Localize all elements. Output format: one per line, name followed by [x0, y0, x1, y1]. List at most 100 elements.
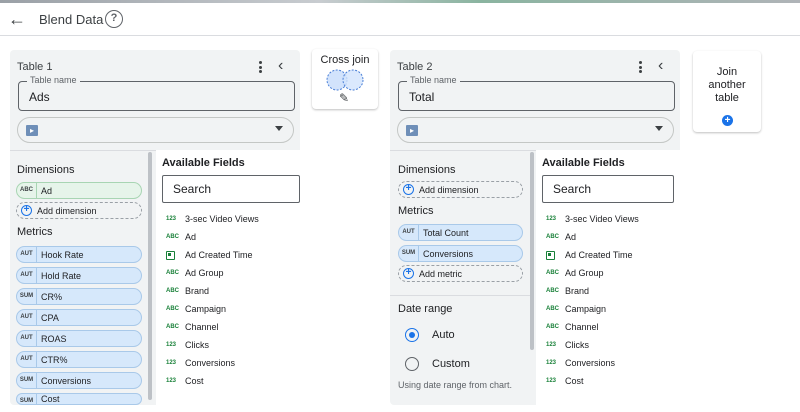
table1-metric-chip[interactable]: AUT Hold Rate — [16, 267, 142, 284]
table1-metric-chip[interactable]: SUM CR% — [16, 288, 142, 305]
field-item[interactable]: 123 Conversions — [166, 355, 235, 371]
table2-available-fields: Available Fields 123 3-sec Video Views AB… — [536, 150, 680, 405]
join-config-button[interactable]: Cross join ✎ — [312, 49, 378, 109]
table1-scrollbar[interactable] — [148, 152, 152, 400]
field-type-tag: SUM — [17, 289, 37, 304]
field-type-tag: SUM — [17, 394, 37, 404]
table1-more-icon[interactable] — [255, 59, 265, 75]
field-label: Ad Group — [565, 268, 604, 278]
field-type-icon: 123 — [166, 360, 177, 366]
field-item[interactable]: ABC Ad Group — [546, 265, 604, 281]
field-item[interactable]: ABC Brand — [546, 283, 589, 299]
field-label: Campaign — [565, 304, 607, 314]
field-type-icon: 123 — [166, 342, 177, 348]
field-item[interactable]: 123 Clicks — [166, 337, 209, 353]
field-label: Cost — [565, 376, 584, 386]
field-item[interactable]: 123 3-sec Video Views — [546, 211, 639, 227]
add-circle-icon: + — [403, 184, 414, 195]
table1-title: Table 1 — [17, 61, 53, 73]
help-icon[interactable]: ? — [105, 10, 123, 28]
field-item[interactable]: ABC Ad — [546, 229, 576, 245]
search-input[interactable] — [163, 176, 299, 202]
chip-label: Hook Rate — [41, 249, 84, 260]
date-custom-label: Custom — [432, 358, 470, 370]
table1-metric-chip[interactable]: AUT CPA — [16, 309, 142, 326]
table1-name-field[interactable]: Table name Ads — [18, 75, 295, 111]
field-type-icon: 123 — [166, 216, 177, 222]
table1-panel: Table 1 ‹ Table name Ads ▸ Dimensions AB… — [10, 50, 300, 405]
table1-metric-chip[interactable]: AUT ROAS — [16, 330, 142, 347]
field-label: 3-sec Video Views — [565, 214, 639, 224]
join-another-table-button[interactable]: Join another table + — [693, 51, 761, 132]
available-fields-title: Available Fields — [542, 157, 625, 169]
field-item[interactable]: ABC Channel — [166, 319, 219, 335]
field-item[interactable]: 123 Clicks — [546, 337, 589, 353]
table1-source-select[interactable]: ▸ — [17, 117, 294, 143]
chip-label: Total Count — [423, 227, 469, 238]
date-range-hint: Using date range from chart. — [398, 380, 513, 390]
field-label: Ad Created Time — [565, 250, 633, 260]
date-auto-radio[interactable] — [405, 328, 419, 342]
field-type-icon: ABC — [546, 234, 559, 240]
table2-collapse-icon[interactable]: ‹ — [658, 58, 663, 74]
date-custom-radio[interactable] — [405, 357, 419, 371]
field-item[interactable]: ABC Brand — [166, 283, 209, 299]
join-another-line3: table — [715, 92, 739, 104]
field-item[interactable]: 123 Cost — [546, 373, 584, 389]
table1-dimension-chip[interactable]: ABC Ad — [16, 182, 142, 199]
table2-more-icon[interactable] — [635, 59, 645, 75]
chip-label: Conversions — [41, 375, 92, 386]
table1-metric-chip[interactable]: AUT Hook Rate — [16, 246, 142, 263]
table2-dimensions-label: Dimensions — [398, 164, 456, 176]
table1-name-legend: Table name — [27, 75, 80, 85]
field-item[interactable]: 123 3-sec Video Views — [166, 211, 259, 227]
table2-add-metric-button[interactable]: + Add metric — [398, 265, 523, 282]
field-item[interactable]: Ad Created Time — [166, 247, 253, 263]
chip-label: CTR% — [41, 354, 68, 365]
search-input[interactable] — [543, 176, 673, 202]
field-type-tag: AUT — [17, 247, 37, 262]
table1-search-input[interactable] — [162, 175, 300, 203]
chip-label: ROAS — [41, 333, 67, 344]
table1-collapse-icon[interactable]: ‹ — [278, 58, 283, 74]
field-item[interactable]: ABC Campaign — [546, 301, 606, 317]
table1-add-dimension-button[interactable]: + Add dimension — [16, 202, 142, 219]
field-item[interactable]: ABC Campaign — [166, 301, 226, 317]
field-item[interactable]: 123 Cost — [166, 373, 204, 389]
field-item[interactable]: 123 Conversions — [546, 355, 615, 371]
field-type-icon: ABC — [546, 324, 559, 330]
table2-name-field[interactable]: Table name Total — [398, 75, 675, 111]
table2-source-select[interactable]: ▸ — [397, 117, 674, 143]
table1-metric-chip[interactable]: AUT CTR% — [16, 351, 142, 368]
edit-pencil-icon: ✎ — [339, 91, 350, 105]
field-type-tag: AUT — [17, 310, 37, 325]
date-auto-label: Auto — [432, 329, 455, 341]
field-item[interactable]: ABC Ad Group — [166, 265, 224, 281]
calendar-icon — [546, 250, 555, 260]
table2-metric-chip[interactable]: AUT Total Count — [398, 224, 523, 241]
field-item[interactable]: ABC Ad — [166, 229, 196, 245]
chevron-down-icon — [655, 126, 663, 131]
field-label: Ad Created Time — [185, 250, 253, 260]
table2-scrollbar[interactable] — [530, 152, 534, 350]
field-type-tag: AUT — [17, 352, 37, 367]
table2-search-input[interactable] — [542, 175, 674, 203]
table2-metric-chip[interactable]: SUM Conversions — [398, 245, 523, 262]
join-type-label: Cross join — [320, 54, 370, 66]
table1-metric-chip[interactable]: SUM Conversions — [16, 372, 142, 389]
table1-dimensions-label: Dimensions — [17, 164, 75, 176]
back-arrow-icon[interactable]: ← — [8, 9, 28, 29]
field-type-icon: ABC — [166, 288, 179, 294]
calendar-icon — [166, 250, 175, 260]
field-label: Clicks — [185, 340, 209, 350]
table2-add-dimension-button[interactable]: + Add dimension — [398, 181, 523, 198]
page-title: Blend Data — [39, 12, 104, 27]
date-range-label: Date range — [398, 303, 453, 315]
available-fields-title: Available Fields — [162, 157, 245, 169]
field-item[interactable]: Ad Created Time — [546, 247, 633, 263]
data-source-icon: ▸ — [26, 125, 38, 136]
table1-metric-chip[interactable]: SUM Cost — [16, 393, 142, 405]
chip-label: CPA — [41, 312, 59, 323]
add-metric-label: Add metric — [419, 268, 463, 279]
field-item[interactable]: ABC Channel — [546, 319, 599, 335]
